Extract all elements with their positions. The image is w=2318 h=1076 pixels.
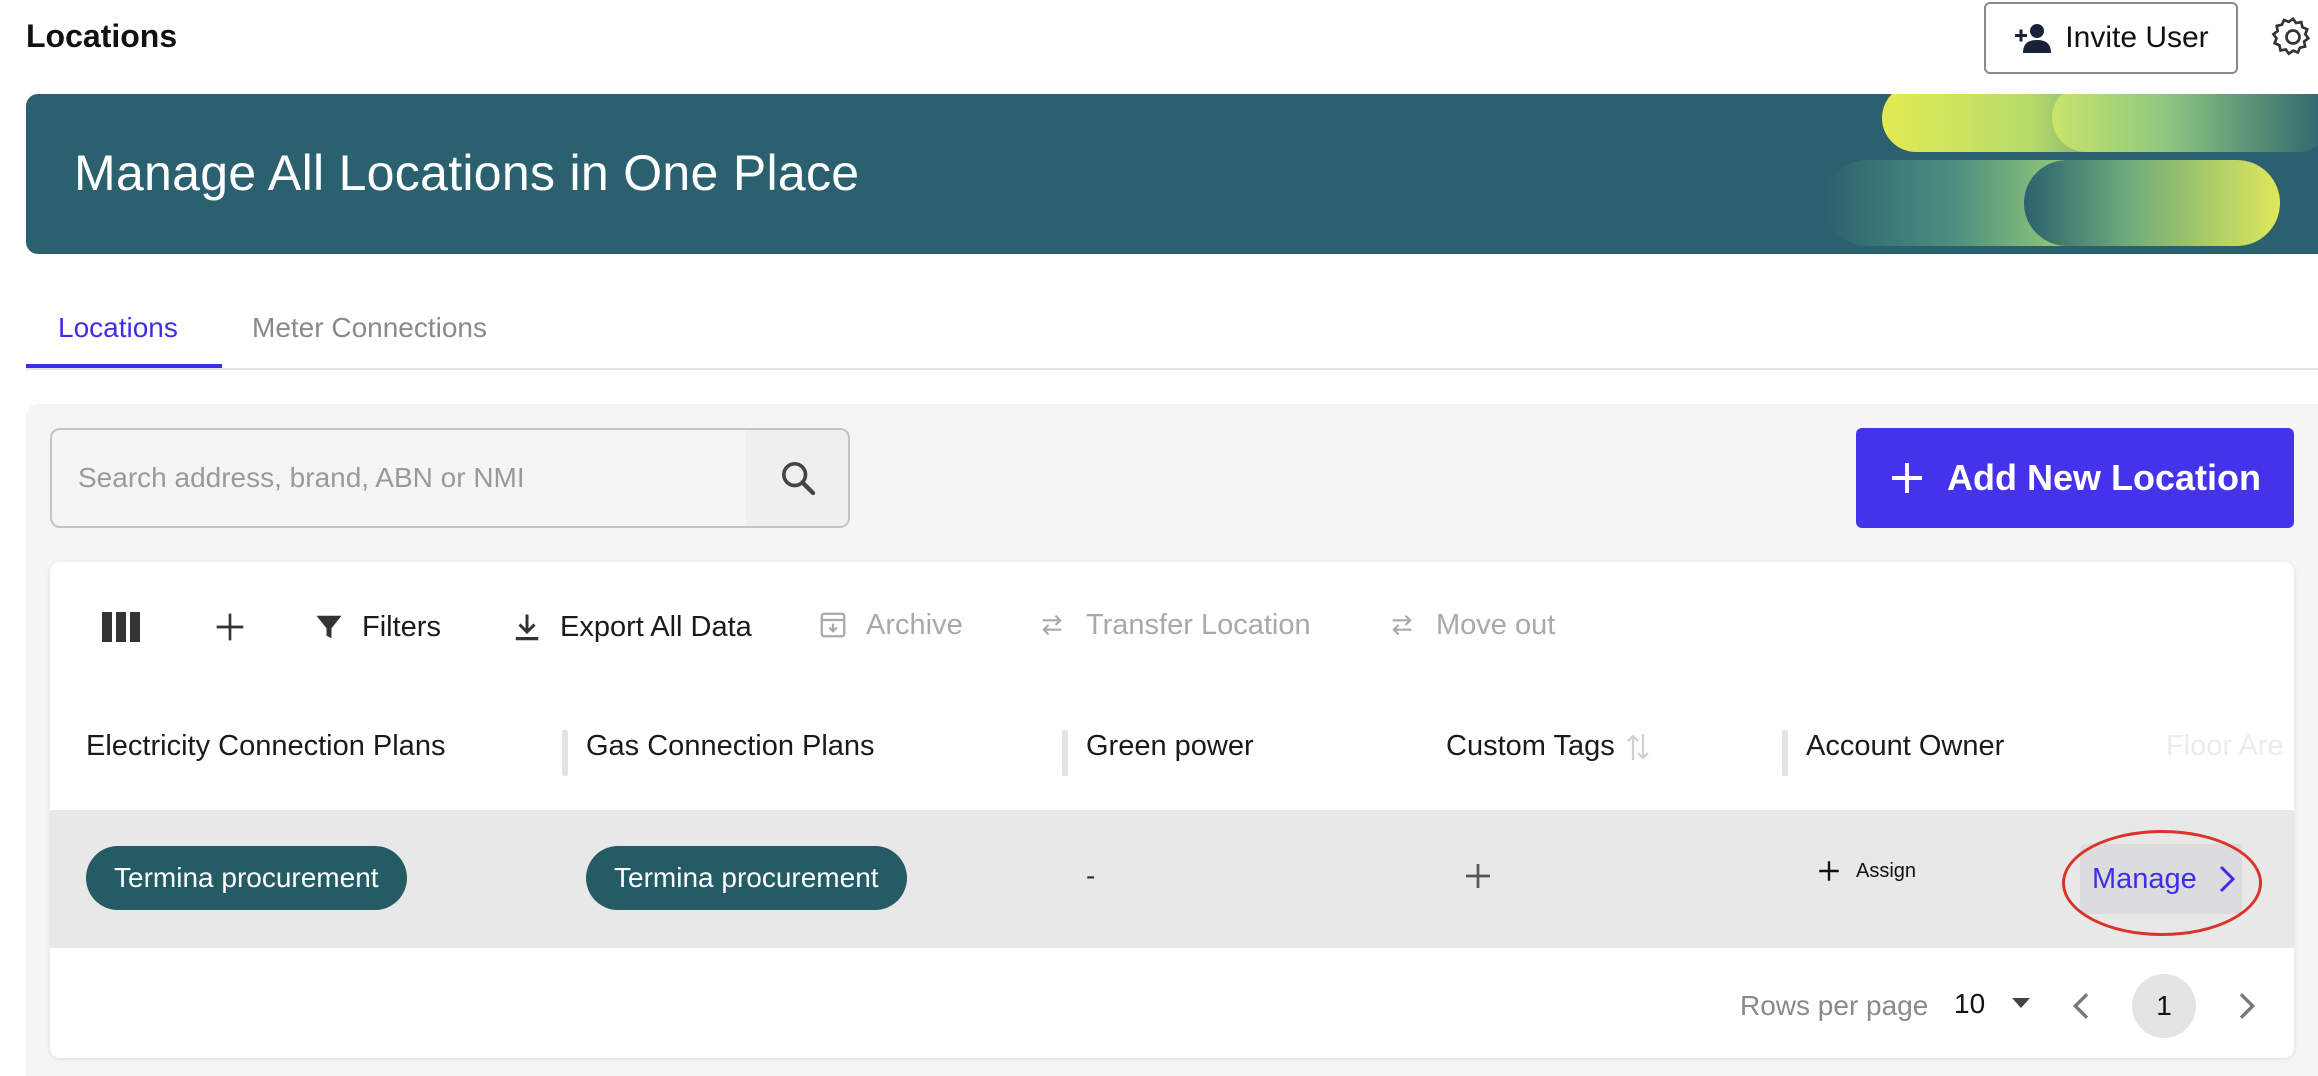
chevron-right-icon[interactable] (2226, 986, 2266, 1026)
add-row-button[interactable] (214, 602, 246, 652)
move-out-button[interactable]: Move out (1386, 600, 1555, 650)
column-header-floor-area[interactable]: Floor Are (2166, 730, 2284, 763)
add-new-location-label: Add New Location (1947, 457, 2261, 498)
gas-plan-chip[interactable]: Termina procurement (586, 846, 907, 910)
rows-per-page-select[interactable]: 10 (1954, 988, 1985, 1020)
column-header-electricity-plans[interactable]: Electricity Connection Plans (86, 730, 445, 763)
electricity-plan-chip[interactable]: Termina procurement (86, 846, 407, 910)
tab-meter-connections[interactable]: Meter Connections (252, 312, 487, 344)
columns-button[interactable] (102, 602, 140, 652)
banner-decoration (2052, 94, 2318, 152)
assign-owner-button[interactable]: Assign (1816, 858, 1916, 884)
add-tag-icon[interactable] (1462, 860, 1494, 892)
active-tab-indicator (26, 364, 222, 368)
archive-icon (820, 612, 846, 638)
plus-icon (216, 613, 244, 641)
pagination: Rows per page 10 1 (50, 972, 2294, 1042)
search-box (50, 428, 850, 528)
table-row[interactable]: Termina procurement Termina procurement … (50, 810, 2294, 948)
caret-down-icon[interactable] (2012, 998, 2030, 1008)
rows-per-page-label: Rows per page (1740, 990, 1929, 1021)
current-page-button[interactable]: 1 (2132, 974, 2196, 1038)
download-icon (515, 614, 539, 641)
column-separator[interactable] (1062, 730, 1068, 776)
archive-label: Archive (866, 608, 963, 641)
export-all-data-label: Export All Data (560, 610, 752, 643)
plus-icon (1892, 463, 1922, 493)
chevron-left-icon[interactable] (2062, 986, 2102, 1026)
hero-banner: Manage All Locations in One Place (26, 94, 2318, 254)
tab-bar: Locations Meter Connections (26, 296, 2318, 370)
assign-label: Assign (1856, 859, 1917, 882)
move-out-label: Move out (1436, 608, 1556, 641)
column-header-gas-plans[interactable]: Gas Connection Plans (586, 730, 875, 763)
plus-icon (1819, 861, 1839, 881)
archive-button[interactable]: Archive (818, 600, 963, 650)
transfer-location-button[interactable]: Transfer Location (1036, 600, 1311, 650)
column-header-label: Custom Tags (1446, 730, 1615, 762)
search-button[interactable] (746, 430, 848, 526)
filters-label: Filters (362, 610, 441, 643)
highlight-circle (2062, 830, 2262, 936)
column-separator[interactable] (1782, 730, 1788, 776)
filters-button[interactable]: Filters (314, 602, 441, 652)
transfer-location-label: Transfer Location (1086, 608, 1311, 641)
add-new-location-button[interactable]: Add New Location (1856, 428, 2294, 528)
banner-title: Manage All Locations in One Place (74, 145, 860, 201)
gear-icon[interactable] (2270, 14, 2316, 60)
columns-icon (102, 612, 140, 642)
green-power-value: - (1086, 860, 1096, 891)
locations-table: Filters Export All Data Archive Transfer… (50, 562, 2294, 1058)
swap-icon (1392, 614, 1412, 636)
search-input[interactable] (52, 430, 746, 526)
tab-locations[interactable]: Locations (58, 312, 178, 344)
search-icon (782, 462, 816, 496)
column-header-custom-tags[interactable]: Custom Tags (1446, 730, 1651, 763)
column-header-green-power[interactable]: Green power (1086, 730, 1254, 763)
sort-icon[interactable] (1625, 732, 1651, 762)
banner-decoration (2024, 160, 2280, 246)
export-all-data-button[interactable]: Export All Data (512, 602, 752, 652)
column-header-account-owner[interactable]: Account Owner (1806, 730, 2004, 763)
page-title: Locations (26, 18, 178, 54)
invite-user-button[interactable]: Invite User (1984, 2, 2238, 74)
top-bar: Locations Invite User (0, 0, 2318, 78)
filter-icon (316, 615, 342, 639)
swap-icon (1042, 614, 1062, 636)
add-person-icon (2015, 24, 2052, 53)
invite-user-label: Invite User (2065, 21, 2209, 54)
column-separator[interactable] (562, 730, 568, 776)
